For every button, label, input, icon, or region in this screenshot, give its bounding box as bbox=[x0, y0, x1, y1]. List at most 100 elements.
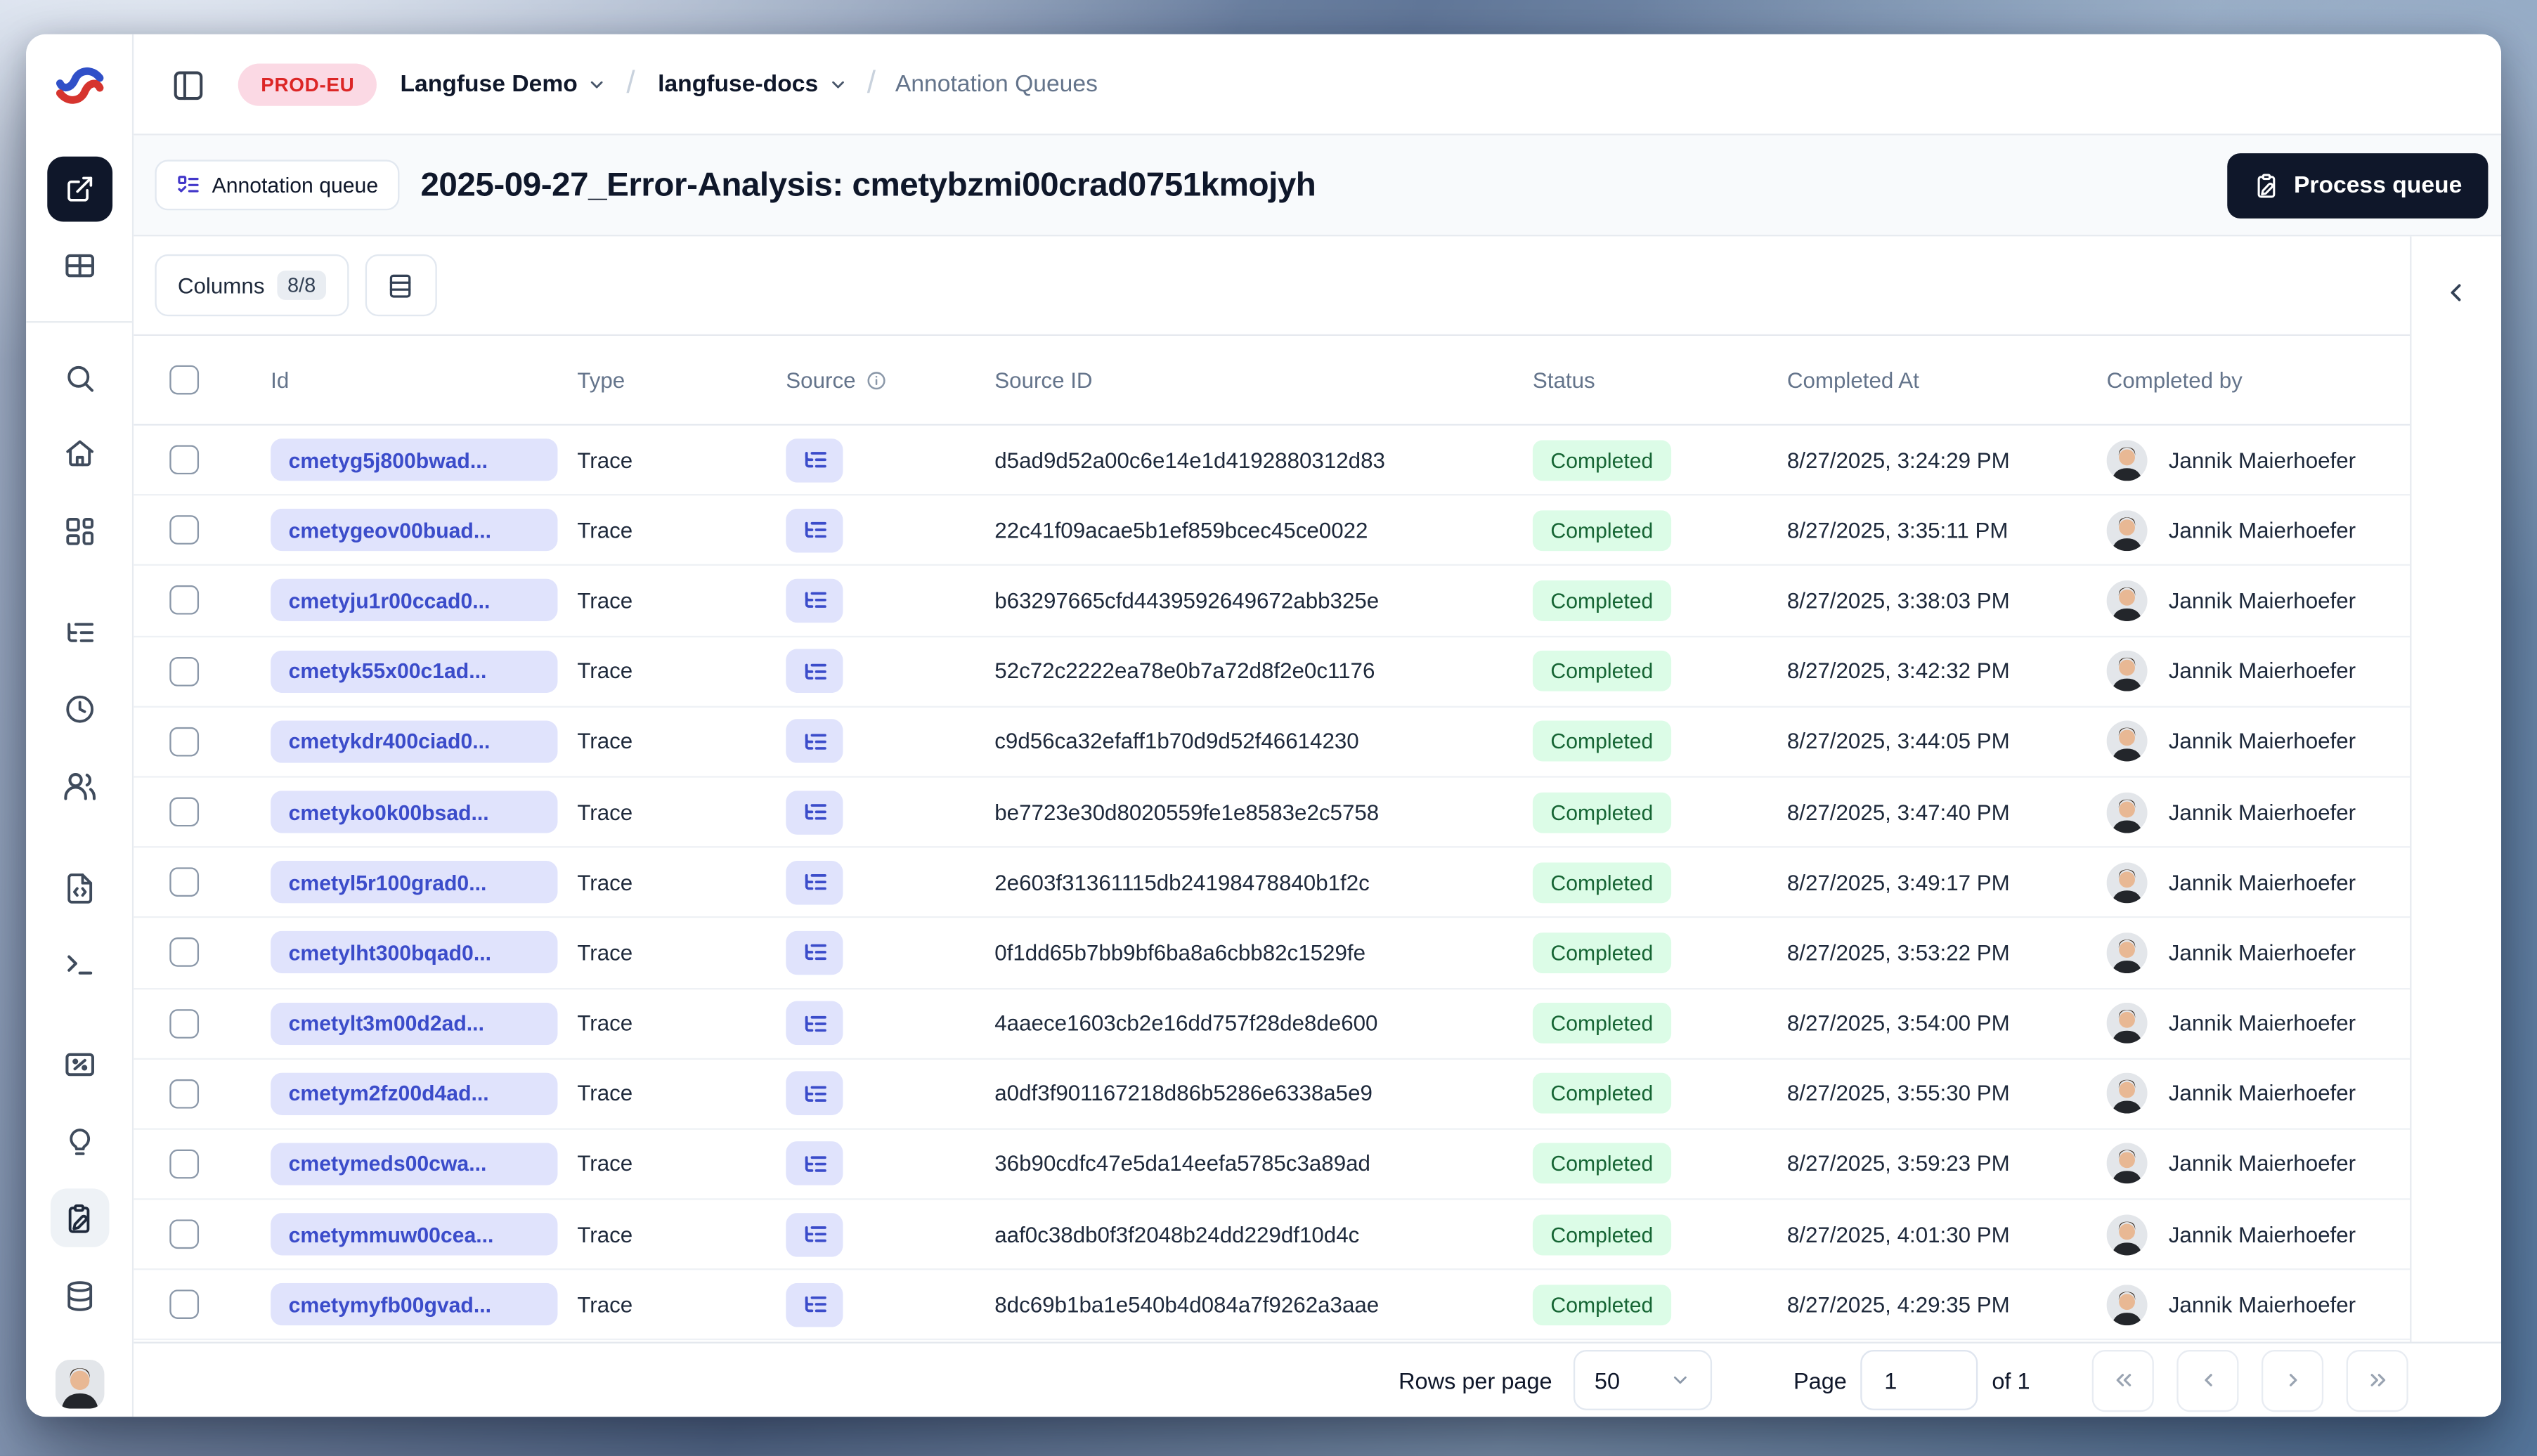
external-link-icon[interactable] bbox=[46, 156, 112, 222]
next-page-button[interactable] bbox=[2261, 1348, 2324, 1412]
collapse-panel-icon[interactable] bbox=[2434, 269, 2479, 315]
item-id-badge[interactable]: cmetyl5r100grad0... bbox=[271, 861, 558, 904]
item-id-badge[interactable]: cmetygeov00buad... bbox=[271, 509, 558, 552]
column-header-type[interactable]: Type bbox=[564, 368, 773, 392]
row-checkbox[interactable] bbox=[169, 1219, 200, 1249]
table-row[interactable]: cmetymyfb00gvad... Trace 8dc69b1ba1e540b… bbox=[134, 1270, 2411, 1341]
row-checkbox[interactable] bbox=[169, 1008, 200, 1038]
annotation-queue-chip[interactable]: Annotation queue bbox=[155, 160, 400, 211]
home-icon[interactable] bbox=[63, 437, 95, 469]
table-row[interactable]: cmetylht300bqad0... Trace 0f1dd65b7bb9bf… bbox=[134, 918, 2411, 989]
item-id-badge[interactable]: cmetyk55x00c1ad... bbox=[271, 649, 558, 693]
table-row[interactable]: cmetyk55x00c1ad... Trace 52c72c2222ea78e… bbox=[134, 637, 2411, 708]
table-row[interactable]: cmetyg5j800bwad... Trace d5ad9d52a00c6e1… bbox=[134, 426, 2411, 496]
table-row[interactable]: cmetykdr400ciad0... Trace c9d56ca32efaff… bbox=[134, 707, 2411, 778]
environment-badge[interactable]: PROD-EU bbox=[238, 63, 377, 106]
source-trace-link[interactable] bbox=[786, 1282, 843, 1327]
column-header-completed-by[interactable]: Completed by bbox=[2094, 368, 2410, 392]
top-header: PROD-EU Langfuse Demo / langfuse-docs / … bbox=[26, 34, 2502, 136]
row-checkbox[interactable] bbox=[169, 938, 200, 968]
table-row[interactable]: cmetylt3m00d2ad... Trace 4aaece1603cb2e1… bbox=[134, 989, 2411, 1060]
source-trace-link[interactable] bbox=[786, 1212, 843, 1256]
status-badge: Completed bbox=[1532, 439, 1671, 481]
item-id-badge[interactable]: cmetymmuw00cea... bbox=[271, 1213, 558, 1256]
table-row[interactable]: cmetyl5r100grad0... Trace 2e603f31361115… bbox=[134, 848, 2411, 918]
row-checkbox[interactable] bbox=[169, 727, 200, 757]
page-number-input[interactable]: 1 bbox=[1860, 1350, 1978, 1410]
row-checkbox[interactable] bbox=[169, 586, 200, 616]
row-checkbox[interactable] bbox=[169, 1149, 200, 1179]
columns-button[interactable]: Columns 8/8 bbox=[155, 254, 349, 317]
table-row[interactable]: cmetygeov00buad... Trace 22c41f09acae5b1… bbox=[134, 496, 2411, 566]
item-id-badge[interactable]: cmetylt3m00d2ad... bbox=[271, 1001, 558, 1045]
source-trace-link[interactable] bbox=[786, 508, 843, 553]
source-trace-link[interactable] bbox=[786, 438, 843, 482]
row-checkbox[interactable] bbox=[169, 445, 200, 475]
table-row[interactable]: cmetyju1r00ccad0... Trace b63297665cfd44… bbox=[134, 566, 2411, 637]
completed-at-value: 8/27/2025, 3:55:30 PM bbox=[1786, 1081, 2010, 1106]
item-id-badge[interactable]: cmetymeds00cwa... bbox=[271, 1143, 558, 1185]
column-header-completed-at[interactable]: Completed At bbox=[1774, 368, 2094, 392]
previous-page-button[interactable] bbox=[2176, 1348, 2239, 1412]
row-checkbox[interactable] bbox=[169, 1289, 200, 1320]
database-icon[interactable] bbox=[63, 1280, 95, 1312]
terminal-icon[interactable] bbox=[63, 947, 95, 980]
item-id-badge[interactable]: cmetylht300bqad0... bbox=[271, 931, 558, 975]
langfuse-logo[interactable] bbox=[55, 65, 104, 105]
source-trace-link[interactable] bbox=[786, 790, 843, 834]
table-row[interactable]: cmetym2fz00d4ad... Trace a0df3f901167218… bbox=[134, 1059, 2411, 1130]
evals-card-icon[interactable] bbox=[62, 1048, 96, 1082]
completed-at-value: 8/27/2025, 3:49:17 PM bbox=[1786, 870, 2010, 895]
first-page-button[interactable] bbox=[2091, 1348, 2154, 1412]
item-id-badge[interactable]: cmetykdr400ciad0... bbox=[271, 720, 558, 763]
item-id-badge[interactable]: cmetymyfb00gvad... bbox=[271, 1283, 558, 1327]
file-code-icon[interactable] bbox=[63, 872, 95, 904]
chevrons-left-icon bbox=[2115, 1374, 2131, 1386]
table-icon[interactable] bbox=[62, 249, 96, 283]
item-id-badge[interactable]: cmetyko0k00bsad... bbox=[271, 791, 558, 833]
row-checkbox[interactable] bbox=[169, 515, 200, 545]
row-checkbox[interactable] bbox=[169, 867, 200, 897]
row-checkbox[interactable] bbox=[169, 1079, 200, 1109]
columns-label: Columns bbox=[177, 273, 265, 298]
row-height-button[interactable] bbox=[364, 254, 437, 317]
column-header-source-id[interactable]: Source ID bbox=[982, 368, 1520, 392]
chevrons-right-icon bbox=[2370, 1374, 2385, 1386]
row-checkbox[interactable] bbox=[169, 656, 200, 686]
item-id-badge[interactable]: cmetyju1r00ccad0... bbox=[271, 579, 558, 623]
lightbulb-icon[interactable] bbox=[63, 1126, 95, 1159]
item-id-badge[interactable]: cmetyg5j800bwad... bbox=[271, 438, 558, 481]
rows-per-page-select[interactable]: 50 bbox=[1573, 1350, 1712, 1410]
completed-at-value: 8/27/2025, 3:59:23 PM bbox=[1786, 1152, 2010, 1176]
process-queue-button[interactable]: Process queue bbox=[2226, 152, 2489, 218]
table-row[interactable]: cmetymmuw00cea... Trace aaf0c38db0f3f204… bbox=[134, 1200, 2411, 1270]
source-trace-link[interactable] bbox=[786, 719, 843, 764]
column-header-id[interactable]: Id bbox=[238, 368, 564, 392]
user-avatar[interactable] bbox=[54, 1359, 104, 1409]
annotation-queue-icon[interactable] bbox=[49, 1188, 109, 1247]
source-trace-link[interactable] bbox=[786, 649, 843, 694]
org-selector[interactable]: Langfuse Demo bbox=[400, 72, 606, 98]
source-trace-link[interactable] bbox=[786, 1071, 843, 1116]
completed-at-value: 8/27/2025, 4:29:35 PM bbox=[1786, 1292, 2010, 1318]
source-trace-link[interactable] bbox=[786, 1142, 843, 1186]
source-trace-link[interactable] bbox=[786, 860, 843, 905]
item-id-badge[interactable]: cmetym2fz00d4ad... bbox=[271, 1072, 558, 1115]
traces-tree-icon[interactable] bbox=[63, 616, 95, 649]
select-all-checkbox[interactable] bbox=[169, 365, 200, 395]
users-icon[interactable] bbox=[62, 769, 96, 803]
table-row[interactable]: cmetyko0k00bsad... Trace be7723e30d80205… bbox=[134, 778, 2411, 848]
column-header-source[interactable]: Source bbox=[773, 368, 982, 392]
sidebar-toggle-icon[interactable] bbox=[160, 57, 215, 112]
row-checkbox[interactable] bbox=[169, 797, 200, 827]
dashboard-icon[interactable] bbox=[63, 515, 95, 547]
table-row[interactable]: cmetymeds00cwa... Trace 36b90cdfc47e5da1… bbox=[134, 1130, 2411, 1200]
clock-icon[interactable] bbox=[63, 693, 95, 725]
last-page-button[interactable] bbox=[2346, 1348, 2408, 1412]
project-selector[interactable]: langfuse-docs bbox=[658, 72, 848, 98]
search-icon[interactable] bbox=[63, 362, 95, 394]
source-trace-link[interactable] bbox=[786, 1001, 843, 1046]
column-header-status[interactable]: Status bbox=[1519, 368, 1774, 392]
source-trace-link[interactable] bbox=[786, 578, 843, 623]
source-trace-link[interactable] bbox=[786, 930, 843, 975]
